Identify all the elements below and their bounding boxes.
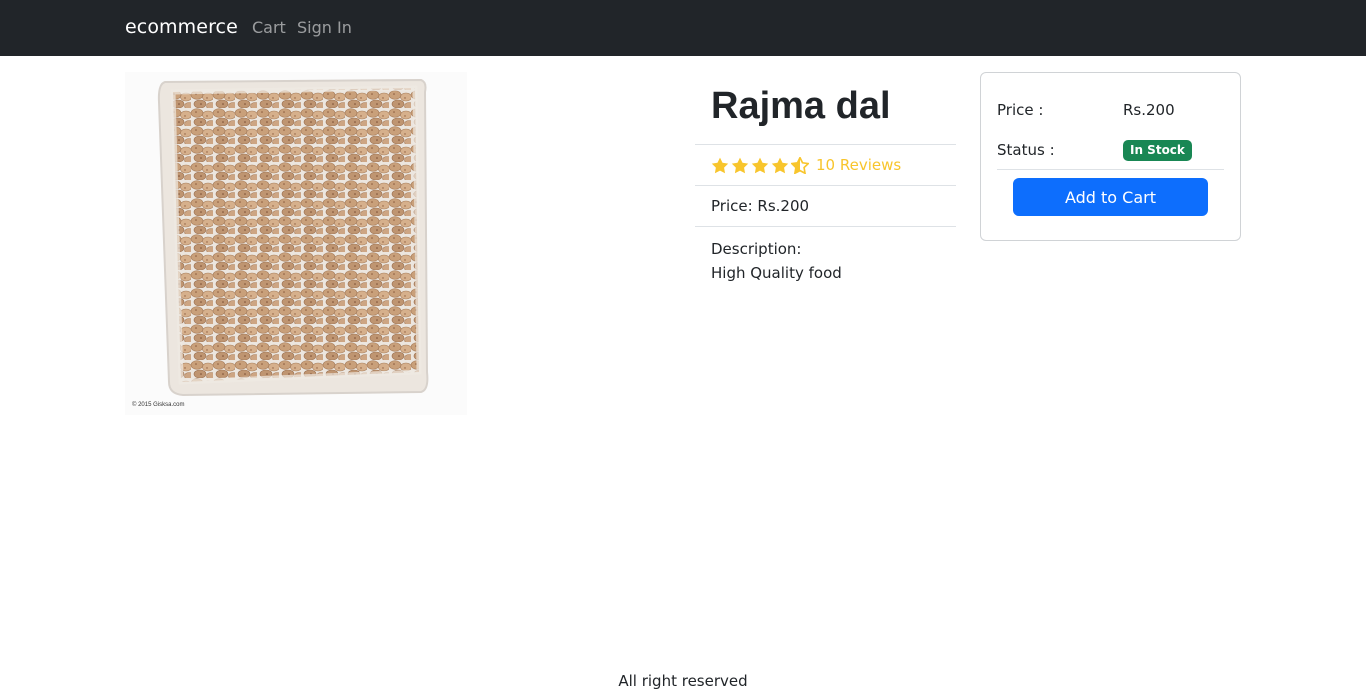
product-details: Rajma dal 10 Reviews Price: Rs.200 Descr… [695, 72, 956, 285]
star-full-icon [731, 157, 749, 173]
price-row: Price: Rs.200 [695, 185, 956, 226]
description-text: High Quality food [711, 264, 842, 282]
brand-link[interactable]: ecommerce [125, 16, 238, 38]
star-full-icon [711, 157, 729, 173]
star-half-icon [791, 156, 809, 174]
product-image: © 2015 Gisksa.com [125, 72, 467, 415]
description-row: Description: High Quality food [695, 226, 956, 285]
rating-stars [711, 156, 811, 174]
purchase-card: Price : Rs.200 Status : In Stock Add to … [980, 72, 1241, 241]
star-full-icon [751, 157, 769, 173]
card-price-label: Price : [997, 101, 1044, 119]
nav-link-cart[interactable]: Cart [252, 18, 286, 37]
footer-text: All right reserved [618, 672, 748, 690]
status-badge: In Stock [1123, 140, 1192, 161]
description-label: Description: [711, 240, 802, 258]
star-full-icon [771, 157, 789, 173]
nav-link-sign-in[interactable]: Sign In [297, 18, 352, 37]
card-price-value: Rs.200 [1123, 101, 1175, 119]
add-to-cart-button[interactable]: Add to Cart [1013, 178, 1208, 216]
card-divider [997, 169, 1224, 170]
reviews-count: 10 Reviews [816, 156, 902, 174]
image-caption: © 2015 Gisksa.com [132, 402, 185, 408]
bean-bag-illustration [125, 72, 467, 415]
rating-row: 10 Reviews [695, 144, 956, 185]
card-status-label: Status : [997, 141, 1055, 159]
product-title: Rajma dal [711, 85, 891, 127]
navbar: ecommerce Cart Sign In [0, 0, 1366, 56]
